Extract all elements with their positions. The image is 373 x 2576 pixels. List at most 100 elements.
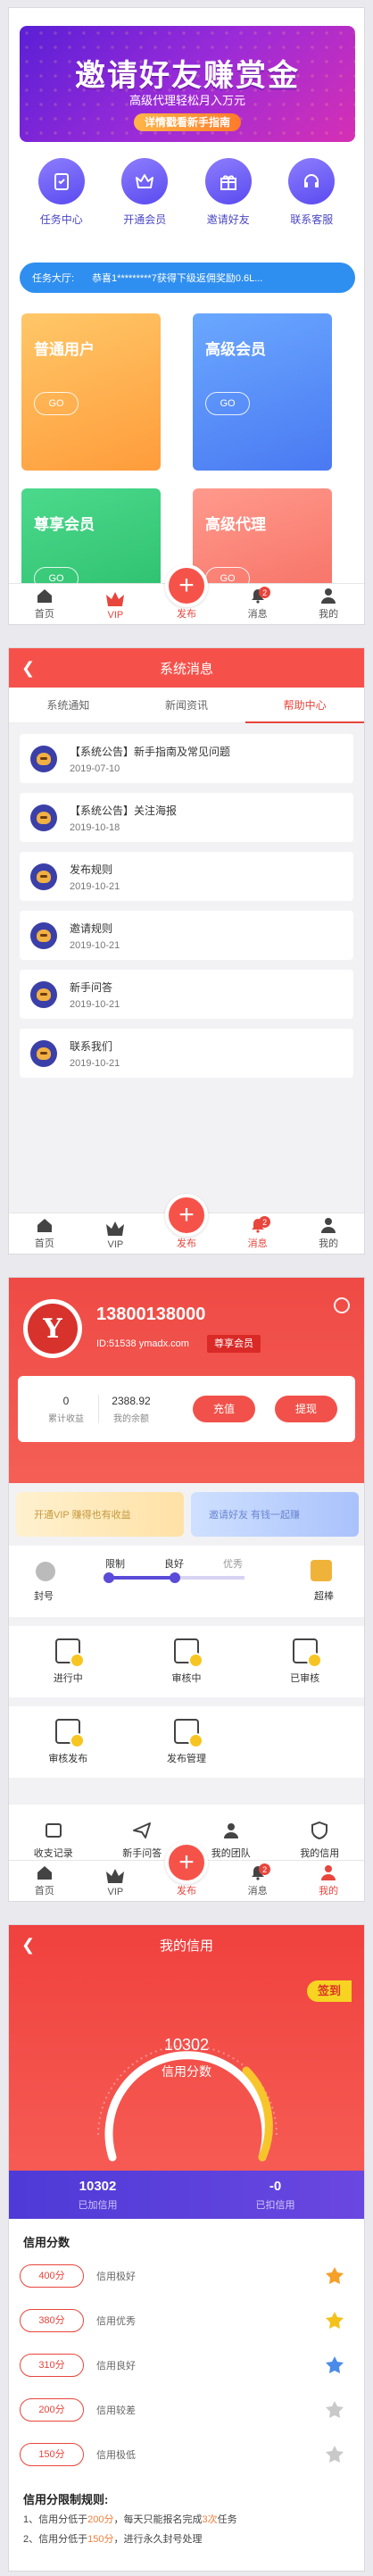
grid-label: 我的信用 <box>300 1848 340 1859</box>
tab-help-center[interactable]: 帮助中心 <box>245 688 364 723</box>
review-publish[interactable]: 审核发布 <box>9 1706 128 1778</box>
list-item[interactable]: 【系统公告】新手指南及常见问题 2019-07-10 <box>20 734 353 783</box>
rule-highlight: 200分 <box>87 2514 114 2525</box>
tab-mine[interactable]: 我的 <box>293 1213 364 1254</box>
crown-icon <box>105 590 125 608</box>
task-done[interactable]: 已审核 <box>245 1626 364 1697</box>
tab-mine[interactable]: 我的 <box>293 1861 364 1901</box>
rules-list: 1、信用分低于200分，每天只能报名完成3次任务 2、信用分低于150分，进行永… <box>23 2510 350 2549</box>
tab-home[interactable]: 首页 <box>9 1861 80 1901</box>
tab-vip[interactable]: VIP <box>80 1213 152 1254</box>
promo-invite[interactable]: 邀请好友 有钱一起赚 <box>191 1492 359 1537</box>
rule-item: 2、信用分低于150分，进行永久封号处理 <box>23 2530 350 2549</box>
credit-left-label: 封号 <box>34 1591 54 1602</box>
message-title: 发布规则 <box>70 863 113 876</box>
task-review[interactable]: 审核中 <box>128 1626 246 1697</box>
tab-news[interactable]: 新闻资讯 <box>128 688 246 722</box>
bottom-tabbar: 首页 VIP + 发布 2 消息 我的 <box>9 1194 364 1254</box>
notice-label: 任务大厅: <box>32 273 75 284</box>
tab-messages[interactable]: 2 消息 <box>222 1861 294 1901</box>
tab-publish[interactable]: + 发布 <box>151 564 222 624</box>
wallet-record-icon <box>45 1823 62 1838</box>
credit-added: 10302 已加信用 <box>9 2171 186 2219</box>
task-running[interactable]: 进行中 <box>9 1626 128 1697</box>
card-senior-member[interactable]: 高级会员 GO <box>193 313 332 471</box>
withdraw-button[interactable]: 提现 <box>275 1396 337 1422</box>
gear-icon[interactable] <box>334 1297 350 1313</box>
balance-label: 我的余额 <box>113 1413 149 1424</box>
tab-home[interactable]: 首页 <box>9 584 80 624</box>
banner-guide-button[interactable]: 详情戳看新手指南 <box>134 113 241 131</box>
quick-item-support[interactable]: 联系客服 <box>276 158 347 227</box>
back-arrow-icon[interactable]: ❮ <box>21 659 35 678</box>
header-bar: ❮ 系统消息 <box>9 648 364 688</box>
credit-progress <box>104 1572 245 1583</box>
quick-item-task-center[interactable]: 任务中心 <box>26 158 97 227</box>
quick-item-open-vip[interactable]: 开通会员 <box>109 158 180 227</box>
list-item[interactable]: 新手问答 2019-10-21 <box>20 970 353 1019</box>
credit-level-row: 400分 信用极好 <box>20 2258 353 2294</box>
credit-level-bar[interactable]: 封号 限制 良好 优秀 超棒 <box>9 1546 364 1617</box>
credit-score: 10302 <box>163 2036 210 2054</box>
card-regular-user[interactable]: 普通用户 GO <box>21 313 161 471</box>
card-go-button[interactable]: GO <box>205 392 250 415</box>
tab-label: 首页 <box>34 1886 54 1897</box>
credit-stats: 10302 已加信用 -0 已扣信用 <box>9 2171 364 2219</box>
list-item[interactable]: 邀请规则 2019-10-21 <box>20 911 353 960</box>
page-title: 系统消息 <box>159 661 213 677</box>
tab-label: VIP <box>107 610 124 621</box>
task-hall-notice[interactable]: 任务大厅: 恭喜1*********7获得下级返佣奖励0.6L... <box>20 263 355 293</box>
rule-text: 1、信用分低于 <box>23 2514 88 2525</box>
list-item[interactable]: 发布规则 2019-10-21 <box>20 852 353 901</box>
balance: 2388.92 我的余额 <box>99 1395 163 1424</box>
tab-vip[interactable]: VIP <box>80 1861 152 1901</box>
tab-system-notice[interactable]: 系统通知 <box>9 688 128 722</box>
tab-publish[interactable]: + 发布 <box>151 1841 222 1901</box>
message-badge: 2 <box>259 1863 271 1875</box>
banner-title: 邀请好友赚赏金 <box>75 59 300 93</box>
income-label: 累计收益 <box>48 1413 84 1424</box>
list-item[interactable]: 【系统公告】关注海报 2019-10-18 <box>20 793 353 842</box>
vip-badge: 尊享会员 <box>207 1335 261 1353</box>
invite-banner[interactable]: 邀请好友赚赏金 高级代理轻松月入万元 详情戳看新手指南 <box>20 26 355 142</box>
brand-logo-icon: Y <box>28 1304 78 1354</box>
level-label: 限制 <box>105 1559 125 1570</box>
rule-text: 任务 <box>217 2514 237 2525</box>
grid-label: 已审核 <box>290 1673 320 1684</box>
tab-messages[interactable]: 2 消息 <box>222 1213 294 1254</box>
home-icon <box>35 1863 54 1881</box>
home-icon <box>35 1216 54 1234</box>
tab-messages[interactable]: 2 消息 <box>222 584 294 624</box>
avatar[interactable]: Y <box>23 1299 82 1358</box>
card-title: 尊享会员 <box>34 516 95 533</box>
tab-vip[interactable]: VIP <box>80 584 152 624</box>
total-income: 0 累计收益 <box>34 1395 98 1424</box>
card-go-button[interactable]: GO <box>34 392 79 415</box>
tab-mine[interactable]: 我的 <box>293 584 364 624</box>
level-text: 信用较差 <box>96 2405 136 2416</box>
message-title: 【系统公告】新手指南及常见问题 <box>70 745 231 758</box>
back-arrow-icon[interactable]: ❮ <box>21 1936 35 1955</box>
promo-open-vip[interactable]: 开通VIP 赚得也有收益 <box>16 1492 184 1537</box>
quick-item-invite[interactable]: 邀请好友 <box>193 158 264 227</box>
sign-in-button[interactable]: 签到 <box>307 1980 352 2002</box>
rule-text: 2、信用分低于 <box>23 2534 88 2545</box>
user-icon <box>319 587 338 604</box>
tab-publish[interactable]: + 发布 <box>151 1194 222 1254</box>
clipboard-icon <box>37 158 85 204</box>
tab-label: VIP <box>107 1239 124 1250</box>
messages-screen: ❮ 系统消息 系统通知 新闻资讯 帮助中心 【系统公告】新手指南及常见问题 201… <box>8 647 365 1255</box>
level-text: 信用良好 <box>96 2361 136 2372</box>
recharge-button[interactable]: 充值 <box>193 1396 255 1422</box>
level-points: 150分 <box>20 2443 84 2466</box>
home-screen: 邀请好友赚赏金 高级代理轻松月入万元 详情戳看新手指南 任务中心 开通会员 邀请… <box>8 7 365 625</box>
balance-value: 2388.92 <box>112 1394 151 1407</box>
cat-avatar-icon <box>30 1039 57 1067</box>
tab-home[interactable]: 首页 <box>9 1213 80 1254</box>
tab-label: 首页 <box>34 1238 54 1249</box>
list-item[interactable]: 联系我们 2019-10-21 <box>20 1029 353 1078</box>
credit-gauge <box>97 2045 278 2162</box>
publish-manage[interactable]: 发布管理 <box>128 1706 246 1778</box>
credit-deducted: -0 已扣信用 <box>186 2171 364 2219</box>
section-title: 信用分数 <box>23 2236 70 2249</box>
